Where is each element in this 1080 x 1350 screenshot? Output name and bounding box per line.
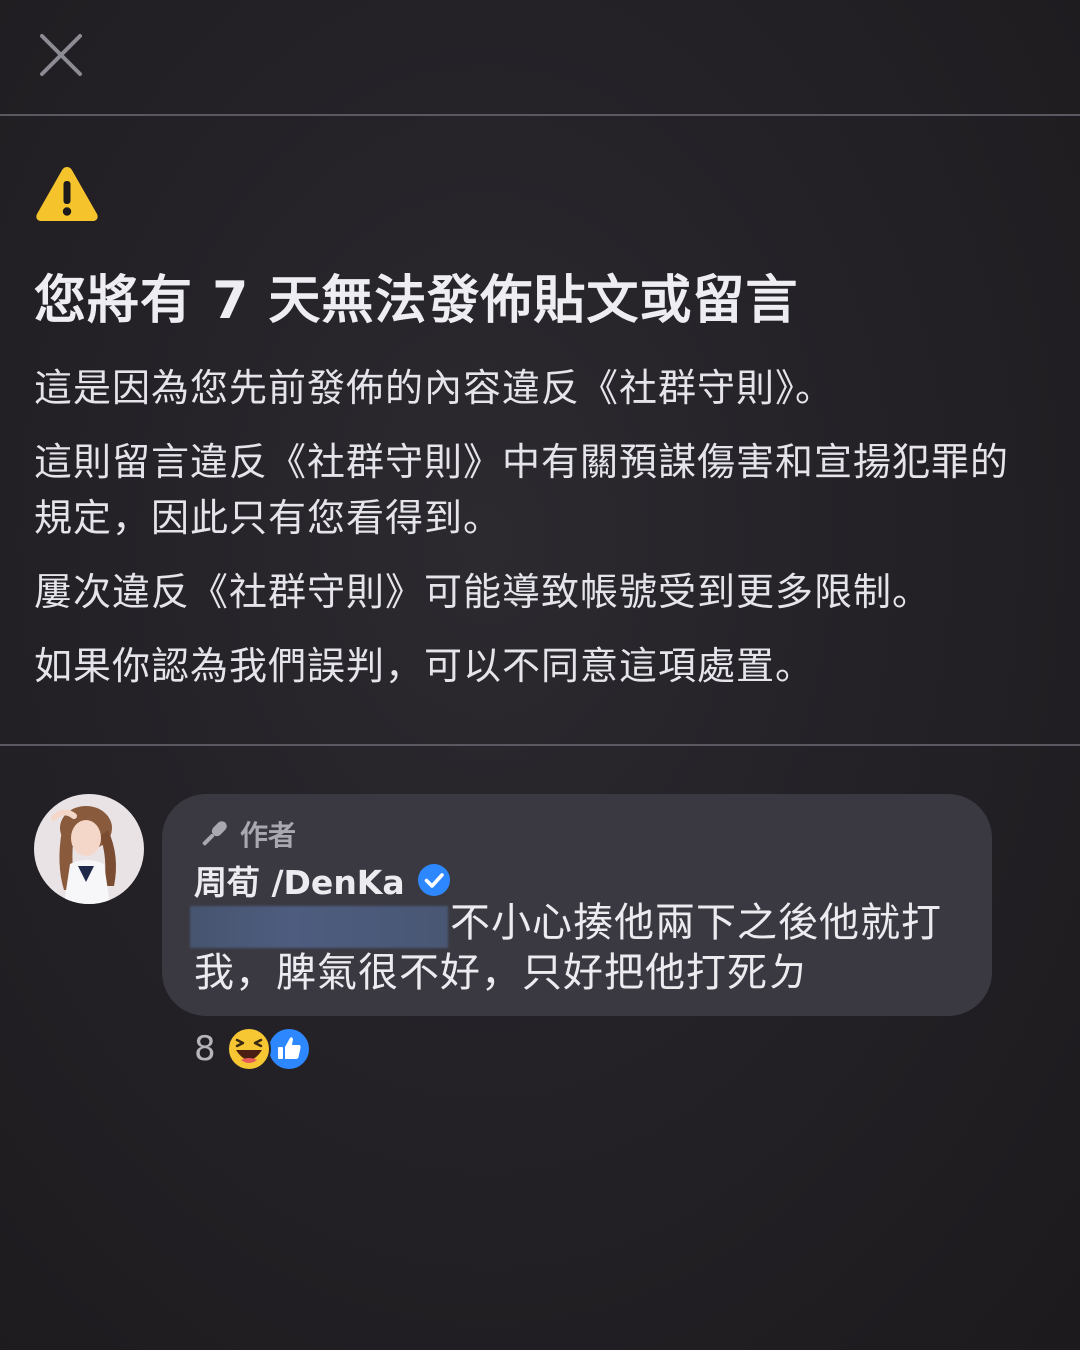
- close-icon[interactable]: [36, 30, 86, 80]
- dialog-title: 您將有 7 天無法發佈貼文或留言: [34, 271, 799, 331]
- reaction-summary[interactable]: 8: [194, 1026, 312, 1072]
- comment-text: 不小心揍他兩下之後他就打我，脾氣很不好，只好把他打死ㄉ: [194, 900, 942, 996]
- warning-icon: [36, 167, 98, 221]
- author-badge: 作者: [196, 814, 296, 854]
- like-icon: [266, 1027, 311, 1071]
- repeat-warning-paragraph: 屢次違反《社群守則》可能導致帳號受到更多限制。: [34, 570, 932, 614]
- haha-icon: [226, 1027, 271, 1071]
- appeal-paragraph: 如果你認為我們誤判，可以不同意這項處置。: [34, 644, 815, 688]
- author-badge-label: 作者: [240, 819, 297, 852]
- comment-bubble: 作者 周荀 /DenKa 不小心揍他兩下之後他就打我，脾氣很不好，只好把他打死ㄉ: [162, 794, 992, 1016]
- section-divider: [0, 744, 1080, 746]
- avatar[interactable]: [34, 794, 144, 904]
- violation-paragraph: 這則留言違反《社群守則》中有關預謀傷害和宣揚犯罪的規定，因此只有您看得到。: [34, 440, 1010, 540]
- commenter: 周荀 /DenKa: [194, 858, 451, 902]
- commenter-name[interactable]: 周荀 /DenKa: [194, 856, 405, 904]
- verified-badge-icon: [417, 864, 450, 896]
- reason-paragraph: 這是因為您先前發佈的內容違反《社群守則》。: [34, 366, 835, 410]
- microphone-icon: [202, 821, 227, 846]
- reaction-count: 8: [194, 1029, 216, 1069]
- top-bar: [0, 0, 1080, 116]
